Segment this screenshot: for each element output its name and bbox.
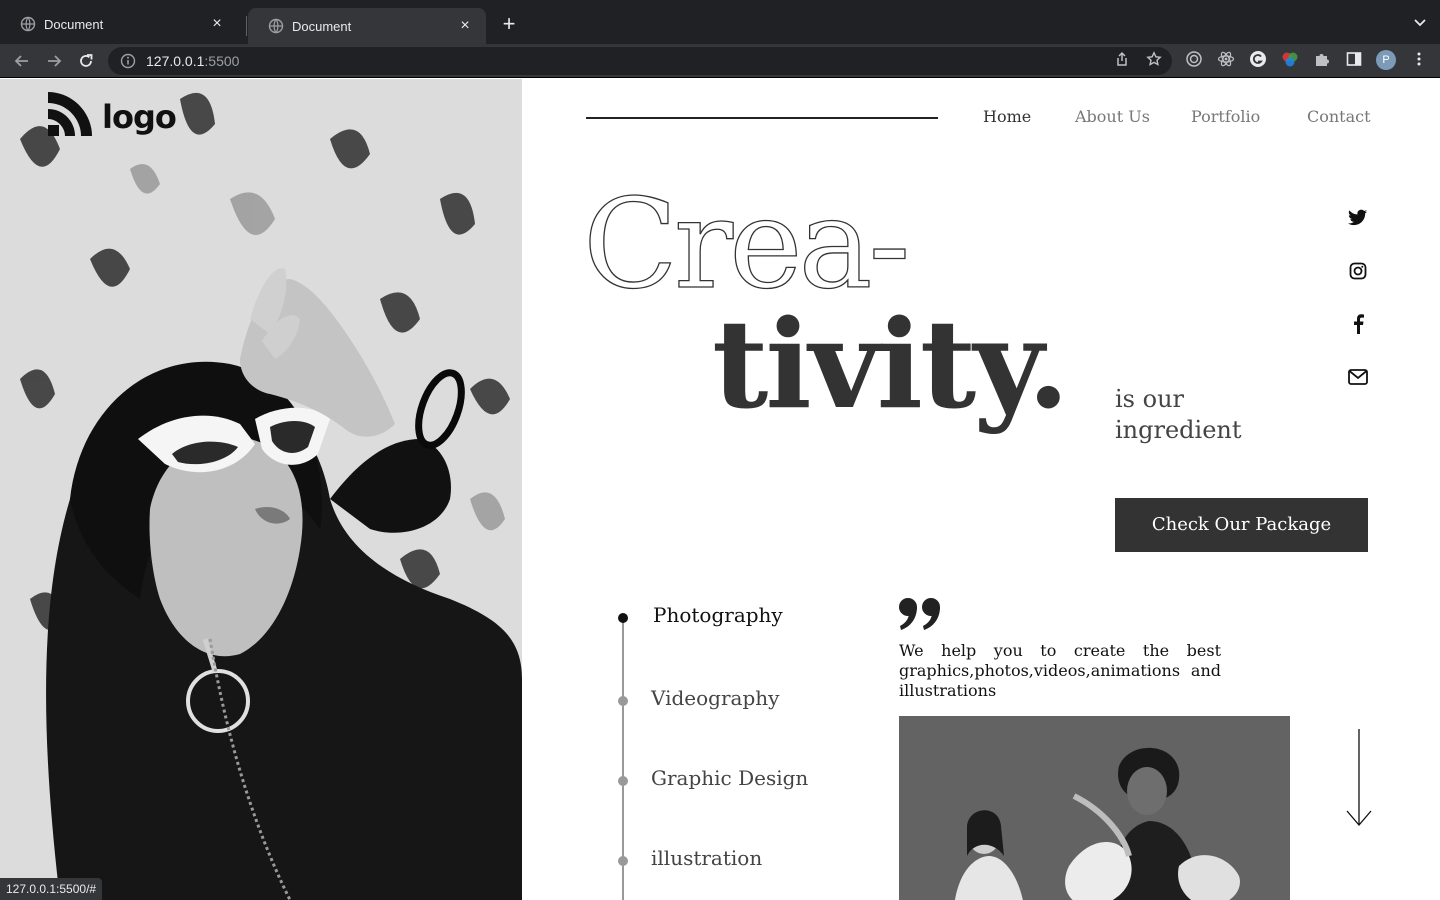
hero-photo: logo [0,79,522,900]
hero-headline-line2: tivity. [712,292,1070,436]
quote-text: We help you to create the best graphics,… [899,641,1221,700]
twitter-icon[interactable] [1346,206,1370,230]
status-bar-url: 127.0.0.1:5500/# [0,878,103,900]
browser-tab-2[interactable]: Document × [248,8,486,44]
mail-icon[interactable] [1346,365,1370,389]
url-port: :5500 [204,53,240,69]
extension-grammar-icon[interactable] [1249,50,1267,68]
extensions-puzzle-icon[interactable] [1313,50,1331,68]
nav-divider-line [586,117,938,119]
scroll-down-arrow-icon[interactable] [1346,729,1372,832]
timeline-dot [618,696,628,706]
nav-portfolio-link[interactable]: Portfolio [1191,107,1260,126]
close-icon[interactable]: × [456,17,474,35]
share-icon[interactable] [1113,50,1131,68]
reload-icon[interactable] [75,50,97,72]
hero-tagline: is our ingredient [1115,385,1242,444]
service-graphic-design[interactable]: Graphic Design [651,766,808,790]
extension-color-picker-icon[interactable] [1281,50,1299,68]
url-host: 127.0.0.1 [146,53,205,69]
new-tab-button[interactable]: + [496,12,522,38]
facebook-icon[interactable] [1346,312,1370,336]
logo-text: logo [102,97,177,136]
logo-mark-icon [48,92,92,141]
browser-toolbar: 127.0.0.1:5500 P [0,44,1440,78]
profile-avatar[interactable]: P [1376,50,1396,70]
nav-contact-link[interactable]: Contact [1307,107,1371,126]
service-illustration[interactable]: illustration [651,846,762,870]
tab-title: Document [292,18,352,34]
close-icon[interactable]: × [208,15,226,33]
globe-icon [20,16,36,32]
extension-target-icon[interactable] [1185,50,1203,68]
nav-about-link[interactable]: About Us [1075,107,1150,126]
service-videography[interactable]: Videography [651,686,779,710]
globe-icon [268,18,284,34]
timeline-dot [618,776,628,786]
side-panel-icon[interactable] [1345,50,1363,68]
nav-home-link[interactable]: Home [983,107,1031,126]
kebab-menu-icon[interactable] [1410,50,1428,68]
forward-arrow-icon[interactable] [43,50,65,72]
back-arrow-icon[interactable] [11,50,33,72]
timeline-dot-active [618,613,628,623]
dance-photo [899,716,1290,900]
check-our-package-button[interactable]: Check Our Package [1115,498,1368,552]
hero-headline-line1: Crea- [582,173,911,317]
timeline-dot [618,856,628,866]
logo[interactable]: logo [48,92,177,141]
service-photography[interactable]: Photography [653,603,783,627]
instagram-icon[interactable] [1346,259,1370,283]
quote-mark-icon [898,597,942,636]
web-page: logo Home About Us Portfolio Contact Cre… [0,79,1440,900]
tab-title: Document [44,16,104,32]
tab-search-chevron-icon[interactable] [1412,14,1428,30]
address-bar[interactable]: 127.0.0.1:5500 [108,47,1172,75]
browser-tab-bar: Document × Document × + [0,0,1440,44]
bookmark-star-icon[interactable] [1145,50,1163,68]
info-icon[interactable] [120,53,136,69]
extension-react-icon[interactable] [1217,50,1235,68]
tab-separator [246,16,247,36]
browser-tab-1[interactable]: Document × [0,6,238,42]
